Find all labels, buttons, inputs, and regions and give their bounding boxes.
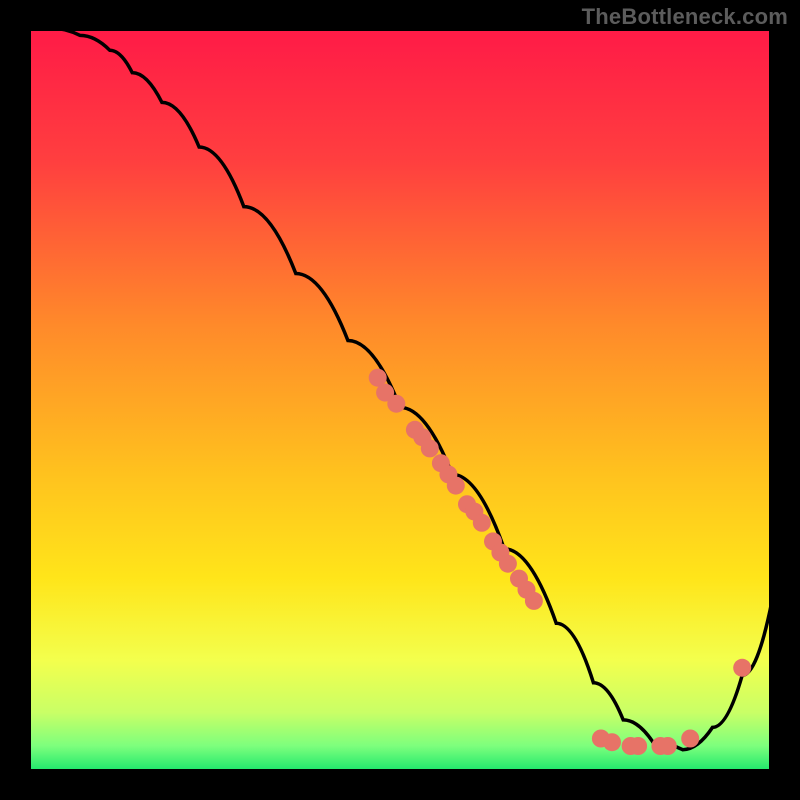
data-marker xyxy=(387,395,405,413)
data-marker xyxy=(421,439,439,457)
chart-svg xyxy=(0,0,800,800)
data-marker xyxy=(629,737,647,755)
data-marker xyxy=(733,659,751,677)
chart-stage: TheBottleneck.com xyxy=(0,0,800,800)
data-marker xyxy=(603,733,621,751)
data-marker xyxy=(659,737,677,755)
data-marker xyxy=(499,555,517,573)
watermark-text: TheBottleneck.com xyxy=(582,4,788,30)
data-marker xyxy=(525,592,543,610)
data-marker xyxy=(447,477,465,495)
data-marker xyxy=(473,514,491,532)
data-marker xyxy=(681,730,699,748)
